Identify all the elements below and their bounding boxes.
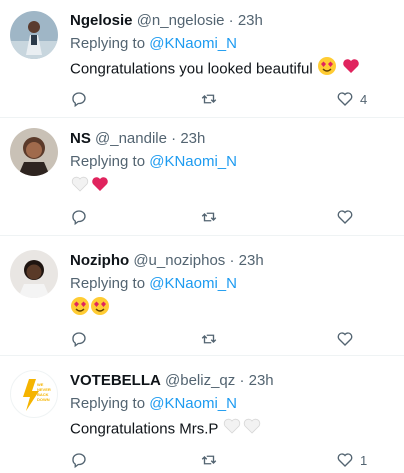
timestamp[interactable]: 23h xyxy=(238,12,263,29)
like-button[interactable]: 4 xyxy=(336,88,367,110)
reply-text: Congratulations you looked beautiful xyxy=(70,60,313,78)
separator-dot: · xyxy=(229,252,235,269)
avatar[interactable] xyxy=(10,128,58,176)
like-count: 4 xyxy=(360,91,368,107)
reply-icon xyxy=(72,453,86,469)
replying-label: Replying to xyxy=(70,35,146,52)
author-name[interactable]: Ngelosie xyxy=(70,12,133,29)
red-heart-emoji xyxy=(341,56,361,83)
retweet-button[interactable] xyxy=(200,88,218,110)
like-button[interactable]: 1 xyxy=(336,449,367,471)
white-heart-emoji xyxy=(222,416,242,443)
retweet-button[interactable] xyxy=(200,206,218,228)
author-name[interactable]: Nozipho xyxy=(70,252,129,269)
heart-eyes-emoji xyxy=(317,56,337,83)
red-heart-emoji xyxy=(90,174,110,201)
author-handle[interactable]: @beliz_qz xyxy=(165,372,235,389)
timestamp[interactable]: 23h xyxy=(249,372,274,389)
reply-item[interactable]: WE NEVER BACK DOWN VOTEBELLA @beliz_qz ·… xyxy=(0,356,404,473)
retweet-button[interactable] xyxy=(200,328,218,350)
reply-icon xyxy=(72,332,86,348)
reply-item[interactable]: Nozipho @u_noziphos · 23h Replying to @K… xyxy=(0,236,404,356)
timestamp[interactable]: 23h xyxy=(180,130,205,147)
replying-to-link[interactable]: @KNaomi_N xyxy=(149,275,237,292)
reply-button[interactable] xyxy=(70,328,88,350)
heart-eyes-emoji xyxy=(70,296,90,323)
heart-icon xyxy=(337,92,353,106)
timestamp[interactable]: 23h xyxy=(239,252,264,269)
avatar[interactable] xyxy=(10,11,58,59)
reply-icon xyxy=(72,92,86,108)
author-name[interactable]: VOTEBELLA xyxy=(70,372,161,389)
author-handle[interactable]: @n_ngelosie xyxy=(137,12,225,29)
reply-item[interactable]: NS @_nandile · 23h Replying to @KNaomi_N xyxy=(0,118,404,236)
reply-button[interactable] xyxy=(70,206,88,228)
svg-text:DOWN: DOWN xyxy=(37,397,50,402)
heart-icon xyxy=(337,453,353,467)
avatar[interactable]: WE NEVER BACK DOWN xyxy=(10,370,58,418)
replying-label: Replying to xyxy=(70,395,146,412)
white-heart-emoji xyxy=(70,174,90,201)
retweet-icon xyxy=(201,212,217,222)
separator-dot: · xyxy=(171,130,177,147)
reply-button[interactable] xyxy=(70,449,88,471)
white-heart-emoji xyxy=(242,416,262,443)
replying-to-link[interactable]: @KNaomi_N xyxy=(149,395,237,412)
avatar[interactable] xyxy=(10,250,58,298)
separator-dot: · xyxy=(239,372,245,389)
separator-dot: · xyxy=(228,12,234,29)
retweet-icon xyxy=(201,94,217,104)
replying-to-link[interactable]: @KNaomi_N xyxy=(149,35,237,52)
author-handle[interactable]: @u_noziphos xyxy=(133,252,225,269)
like-button[interactable] xyxy=(336,328,360,350)
replying-label: Replying to xyxy=(70,153,146,170)
reply-text: Congratulations Mrs.P xyxy=(70,420,219,438)
retweet-icon xyxy=(201,455,217,465)
heart-icon xyxy=(337,210,353,224)
author-handle[interactable]: @_nandile xyxy=(95,130,167,147)
heart-eyes-emoji xyxy=(90,296,110,323)
heart-icon xyxy=(337,332,353,346)
replying-to-link[interactable]: @KNaomi_N xyxy=(149,153,237,170)
reply-icon xyxy=(72,210,86,226)
like-button[interactable] xyxy=(336,206,360,228)
replying-label: Replying to xyxy=(70,275,146,292)
reply-button[interactable] xyxy=(70,88,88,110)
like-count: 1 xyxy=(360,452,368,468)
author-name[interactable]: NS xyxy=(70,130,91,147)
retweet-button[interactable] xyxy=(200,449,218,471)
reply-item[interactable]: Ngelosie @n_ngelosie · 23h Replying to @… xyxy=(0,0,404,118)
retweet-icon xyxy=(201,334,217,344)
